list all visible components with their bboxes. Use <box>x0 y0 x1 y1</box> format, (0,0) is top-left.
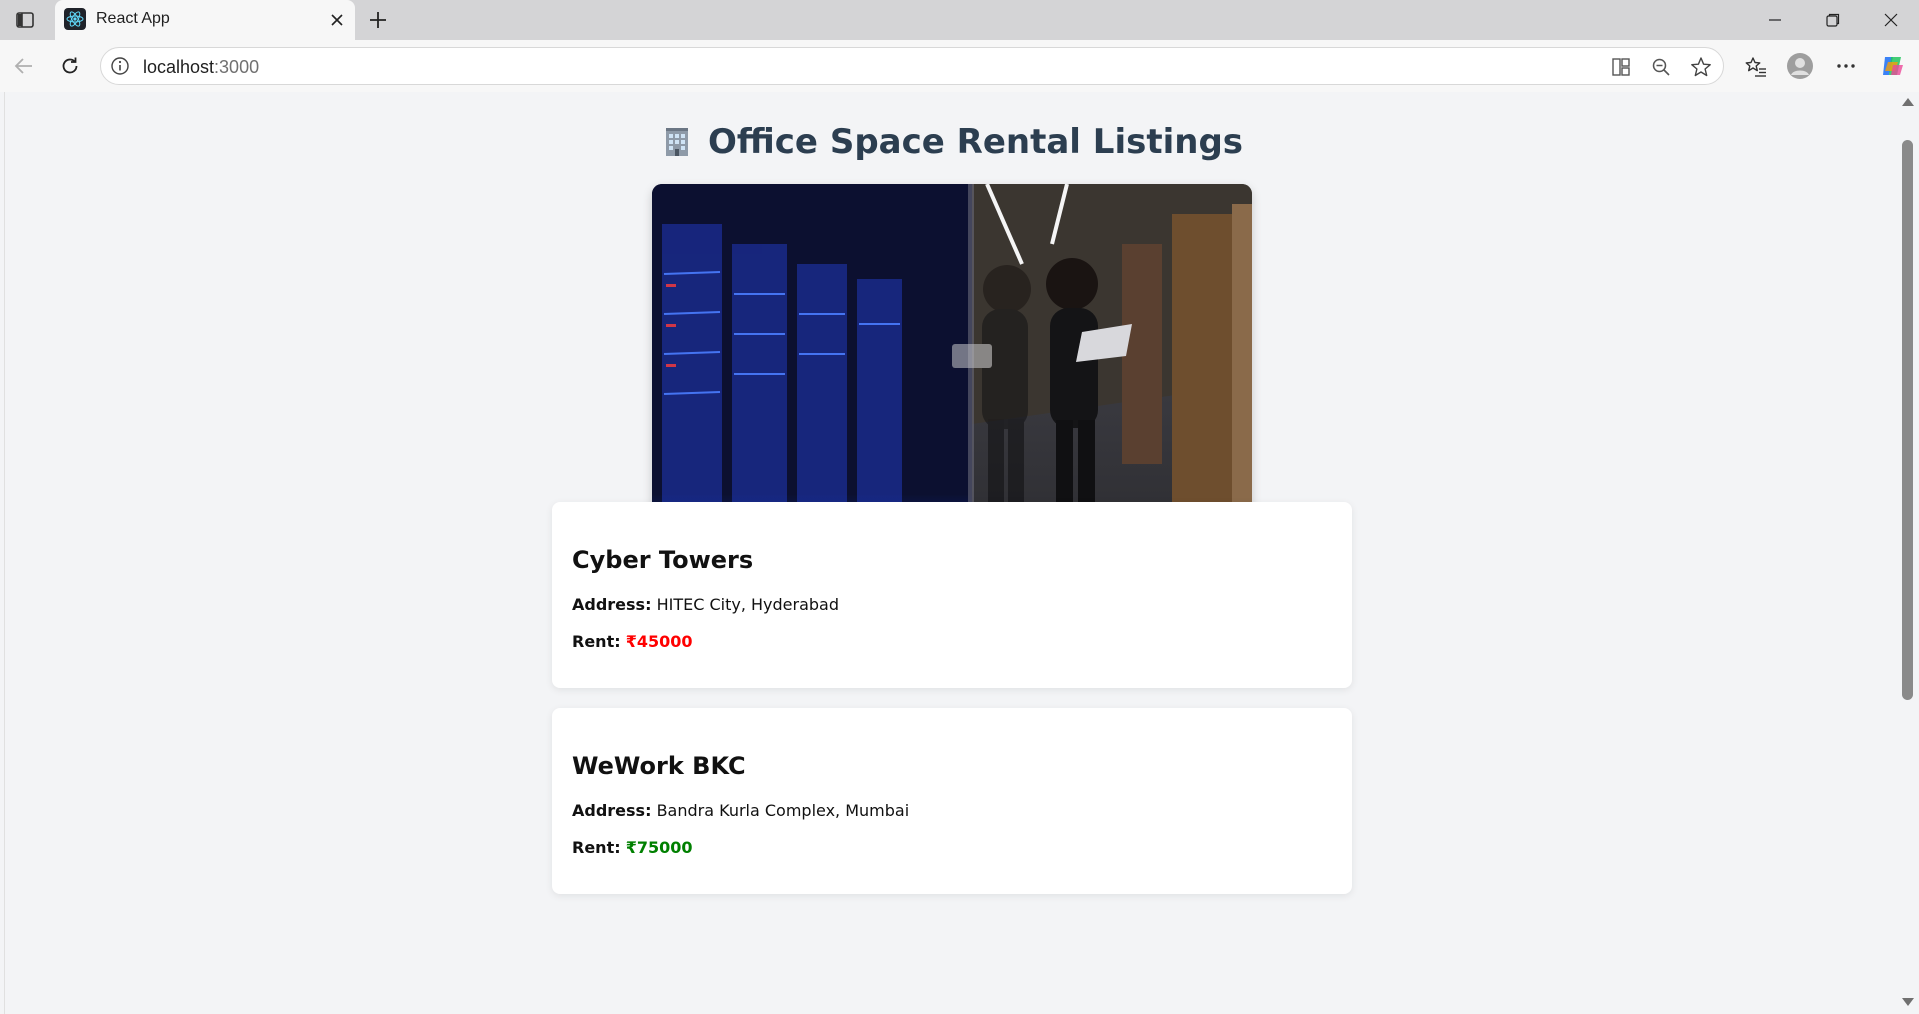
scrollbar-thumb[interactable] <box>1902 140 1913 700</box>
url-text: localhost:3000 <box>143 57 259 78</box>
copilot-button[interactable] <box>1874 48 1910 84</box>
close-icon <box>331 14 343 26</box>
plus-icon <box>370 12 386 28</box>
page-title-text: Office Space Rental Listings <box>707 122 1244 162</box>
profile-button[interactable] <box>1782 48 1818 84</box>
close-icon <box>1884 13 1898 27</box>
listing-name: Cyber Towers <box>572 546 754 574</box>
tab-title: React App <box>96 10 170 27</box>
settings-more-button[interactable] <box>1828 48 1864 84</box>
app-available-button[interactable] <box>1609 55 1633 79</box>
scroll-up-arrow-icon[interactable] <box>1902 98 1914 106</box>
info-icon[interactable] <box>110 56 130 76</box>
address-bar[interactable]: localhost:3000 <box>100 47 1724 85</box>
react-logo-icon <box>64 8 86 30</box>
scroll-down-arrow-icon[interactable] <box>1902 998 1914 1006</box>
listing-name: WeWork BKC <box>572 752 746 780</box>
url-host: localhost <box>143 57 215 77</box>
rent-label: Rent: <box>572 838 621 857</box>
avatar-icon <box>1787 53 1813 79</box>
sidebar-panel-icon <box>16 12 34 28</box>
address-value: HITEC City, Hyderabad <box>656 595 839 614</box>
minimize-button[interactable] <box>1747 0 1803 40</box>
office-building-icon <box>665 128 688 156</box>
refresh-icon <box>62 57 78 74</box>
tab-react-app[interactable]: React App <box>55 0 355 40</box>
favorite-button[interactable] <box>1689 55 1713 79</box>
url-port: :3000 <box>214 57 260 77</box>
close-window-button[interactable] <box>1863 0 1919 40</box>
new-tab-button[interactable] <box>363 6 393 34</box>
listing-card: Cyber Towers Address: HITEC City, Hydera… <box>552 502 1352 688</box>
favorites-button[interactable] <box>1738 48 1774 84</box>
listing-rent: Rent: ₹45000 <box>572 632 693 651</box>
tab-actions-button[interactable] <box>8 6 42 34</box>
page-title: Office Space Rental Listings <box>5 122 1898 162</box>
browser-toolbar: localhost:3000 <box>0 40 1919 92</box>
more-horizontal-icon <box>1837 64 1855 68</box>
refresh-button[interactable] <box>52 48 88 84</box>
rent-label: Rent: <box>572 632 621 651</box>
listing-address: Address: HITEC City, Hyderabad <box>572 595 839 614</box>
favorites-list-icon <box>1745 57 1766 77</box>
zoom-out-icon <box>1652 58 1670 76</box>
restore-icon <box>1826 13 1840 27</box>
page-viewport: Office Space Rental Listings Cyber Tower… <box>4 92 1898 1014</box>
back-button[interactable] <box>6 48 42 84</box>
browser-tab-strip: React App <box>0 0 1919 40</box>
listing-card: WeWork BKC Address: Bandra Kurla Complex… <box>552 708 1352 894</box>
listing-address: Address: Bandra Kurla Complex, Mumbai <box>572 801 909 820</box>
address-value: Bandra Kurla Complex, Mumbai <box>656 801 910 820</box>
tab-close-button[interactable] <box>325 8 349 32</box>
listing-rent: Rent: ₹75000 <box>572 838 693 857</box>
rent-value: ₹75000 <box>625 838 693 857</box>
rent-value: ₹45000 <box>625 632 693 651</box>
apps-icon <box>1612 58 1630 76</box>
copilot-icon <box>1883 57 1903 75</box>
address-label: Address: <box>572 801 652 820</box>
zoom-button[interactable] <box>1649 55 1673 79</box>
address-label: Address: <box>572 595 652 614</box>
arrow-left-icon <box>14 58 32 74</box>
restore-button[interactable] <box>1805 0 1861 40</box>
star-icon <box>1691 57 1711 77</box>
minimize-icon <box>1769 19 1781 21</box>
vertical-scrollbar[interactable] <box>1897 92 1919 1014</box>
